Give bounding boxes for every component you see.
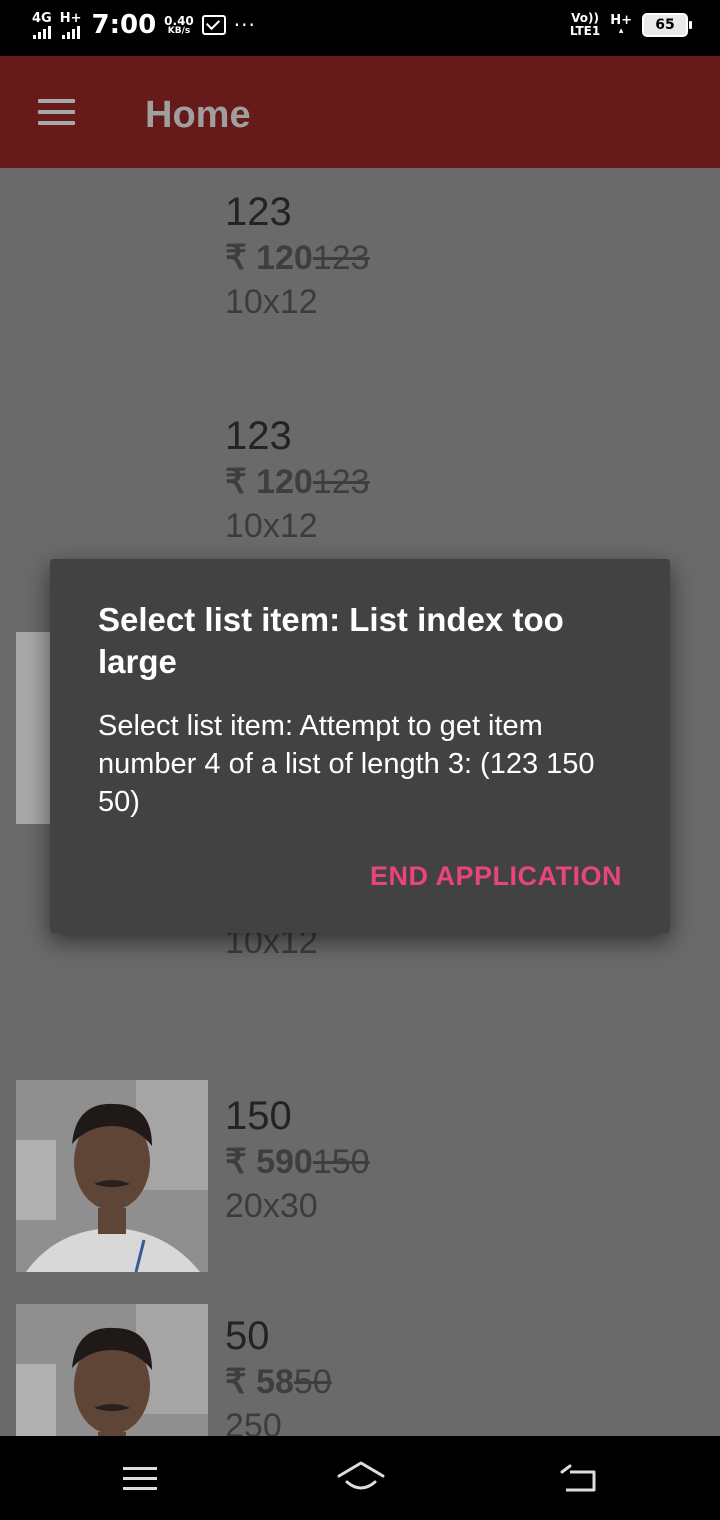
- dialog-title: Select list item: List index too large: [98, 601, 564, 680]
- home-icon[interactable]: [337, 1460, 385, 1496]
- end-application-button[interactable]: END APPLICATION: [370, 861, 622, 892]
- list-item[interactable]: 50 ₹ 5850 250: [0, 1304, 720, 1436]
- item-title: 123: [225, 414, 292, 458]
- status-right: Vo)) LTE1 H+ ▴ 65: [570, 12, 692, 37]
- item-old-price: 150: [312, 1143, 370, 1181]
- network-speed: 0.40 KB/s: [164, 15, 194, 36]
- signal-4g-icon: 4G: [32, 12, 52, 39]
- clock: 7:00: [91, 10, 157, 40]
- item-size: 10x12: [225, 283, 318, 321]
- item-title: 150: [225, 1094, 292, 1138]
- app-bar: Home: [0, 56, 720, 168]
- item-size: 20x30: [225, 1187, 318, 1225]
- network-type-label: H+: [59, 10, 82, 26]
- list-item[interactable]: 150 ₹ 590150 20x30: [0, 1080, 720, 1304]
- data-hplus-icon: H+ ▴: [610, 12, 632, 36]
- hamburger-menu-icon[interactable]: [38, 99, 75, 125]
- dialog-message: Select list item: Attempt to get item nu…: [98, 710, 595, 818]
- battery-icon: 65: [642, 12, 692, 37]
- lte-label: LTE1: [569, 23, 601, 38]
- item-size: 250: [225, 1407, 282, 1436]
- volte-icon: Vo)) LTE1: [570, 12, 600, 37]
- item-old-price: 50: [293, 1363, 332, 1401]
- item-price: ₹ 5850: [225, 1363, 332, 1401]
- back-icon[interactable]: [560, 1462, 600, 1494]
- status-bar: 4G H+ 7:00 0.40 KB/s ··· Vo)) LTE1 H+ ▴ …: [0, 0, 720, 56]
- page-title: Home: [145, 94, 251, 136]
- network-type-label: H+: [610, 12, 632, 28]
- recent-apps-menu-icon[interactable]: [123, 1467, 157, 1491]
- item-old-price: 123: [312, 239, 370, 277]
- volte-label: Vo)): [571, 11, 599, 25]
- signal-hplus-icon: H+: [60, 12, 82, 39]
- item-title: 50: [225, 1314, 270, 1358]
- item-text: 50 ₹ 5850 250: [225, 1312, 332, 1436]
- item-price: ₹ 120123: [225, 463, 370, 501]
- speed-value: 0.40: [164, 13, 194, 28]
- notification-mail-icon: [201, 15, 226, 35]
- more-notifications-icon: ···: [233, 13, 256, 37]
- status-left: 4G H+ 7:00 0.40 KB/s ···: [32, 10, 256, 40]
- list-item[interactable]: 123 ₹ 120123 10x12: [0, 188, 720, 412]
- item-photo: [16, 1304, 208, 1436]
- item-text: 123 ₹ 120123 10x12: [225, 412, 370, 548]
- item-title: 123: [225, 190, 292, 234]
- item-text: 150 ₹ 590150 20x30: [225, 1092, 370, 1228]
- item-size: 10x12: [225, 507, 318, 545]
- speed-unit: KB/s: [167, 25, 191, 36]
- system-nav-bar: [0, 1436, 720, 1520]
- item-photo: [16, 1080, 208, 1272]
- network-type-label: 4G: [32, 10, 52, 26]
- error-dialog: Select list item: List index too large S…: [50, 559, 670, 933]
- item-price: ₹ 120123: [225, 239, 370, 277]
- item-text: 123 ₹ 120123 10x12: [225, 188, 370, 324]
- item-price: ₹ 590150: [225, 1143, 370, 1181]
- item-old-price: 123: [312, 463, 370, 501]
